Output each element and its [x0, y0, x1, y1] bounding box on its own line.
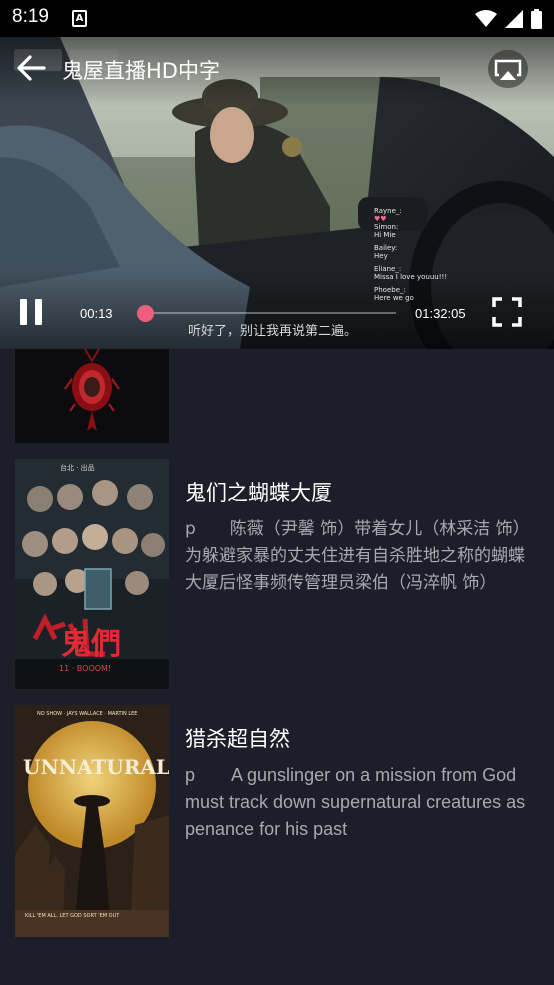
dark-pendant-poster[interactable]	[15, 349, 169, 443]
poster-top-text: 台北 · 出品	[60, 464, 95, 472]
chat-message: Hey	[374, 252, 388, 260]
poster-bottom-text: 11 · BOOOM!	[59, 664, 112, 673]
chat-message: Here we go	[374, 294, 414, 302]
seek-track	[144, 312, 396, 314]
chat-user: Eliane_:	[374, 265, 402, 273]
chat-user: Bailey:	[374, 244, 398, 252]
seek-bar[interactable]	[136, 303, 404, 323]
list-item[interactable]	[0, 349, 554, 443]
unnatural-poster[interactable]: NO SHOW · JAYS WALLACE · MARTIN LEE UNNA…	[15, 705, 169, 937]
airplay-icon	[494, 59, 522, 80]
item-description: p A gunslinger on a mission from God mus…	[185, 765, 526, 839]
poster-bottom-text: KILL 'EM ALL. LET GOD SORT 'EM OUT	[25, 913, 120, 919]
poster-top-text: NO SHOW · JAYS WALLACE · MARTIN LEE	[37, 711, 138, 717]
signal-icon	[505, 10, 523, 28]
video-player[interactable]: 鬼屋直播HD中字 Rayne_: ♥♥ Simon: Hi Mie Bailey…	[0, 37, 554, 349]
poster-logo: 鬼們	[61, 627, 121, 662]
ghost-building-poster[interactable]: 台北 · 出品 鬼們 11 · BOOOM!	[15, 459, 169, 689]
wifi-icon	[475, 10, 497, 27]
poster-artwork	[15, 705, 169, 937]
chat-user: Phoebe_:	[374, 286, 406, 294]
related-video-list: 台北 · 出品 鬼們 11 · BOOOM! 鬼们之蝴蝶大厦 p 陈薇（尹馨 饰…	[0, 349, 554, 985]
video-title: 鬼屋直播HD中字	[62, 59, 220, 83]
back-arrow-icon[interactable]	[14, 51, 48, 85]
chat-user: Rayne_:	[374, 207, 402, 215]
chat-user: Simon:	[374, 223, 399, 231]
battery-icon	[531, 9, 542, 29]
pause-icon[interactable]	[16, 295, 46, 329]
list-item[interactable]: 台北 · 出品 鬼們 11 · BOOOM! 鬼们之蝴蝶大厦 p 陈薇（尹馨 饰…	[0, 459, 554, 689]
chat-message: Hi Mie	[374, 231, 396, 239]
item-title[interactable]: 鬼们之蝴蝶大厦	[185, 477, 332, 507]
status-icons	[475, 7, 542, 31]
current-time: 00:13	[80, 306, 113, 321]
app-screen: 8:19 A 鬼屋直播HD中字 Rayne_: ♥♥ Simon: Hi Mie…	[0, 0, 554, 985]
list-item[interactable]: NO SHOW · JAYS WALLACE · MARTIN LEE UNNA…	[0, 705, 554, 937]
pendant-artwork	[64, 349, 120, 431]
status-time: 8:19	[12, 6, 49, 27]
item-title[interactable]: 猎杀超自然	[185, 723, 290, 753]
chat-hearts: ♥♥	[374, 215, 387, 223]
fullscreen-icon[interactable]	[491, 296, 523, 328]
status-bar: 8:19 A	[0, 0, 554, 37]
cast-button[interactable]	[488, 50, 528, 88]
seek-thumb[interactable]	[136, 305, 154, 322]
notification-icon: A	[72, 10, 87, 27]
item-description: p 陈薇（尹馨 饰）带着女儿（林采洁 饰）为躲避家暴的丈夫住进有自杀胜地之称的蝴…	[185, 519, 530, 593]
duration: 01:32:05	[415, 306, 466, 321]
poster-logo: UNNATURAL	[23, 755, 169, 779]
chat-message: Missa I love youuu!!!	[374, 273, 448, 281]
live-chat-overlay: Rayne_: ♥♥ Simon: Hi Mie Bailey: Hey Eli…	[374, 207, 447, 302]
